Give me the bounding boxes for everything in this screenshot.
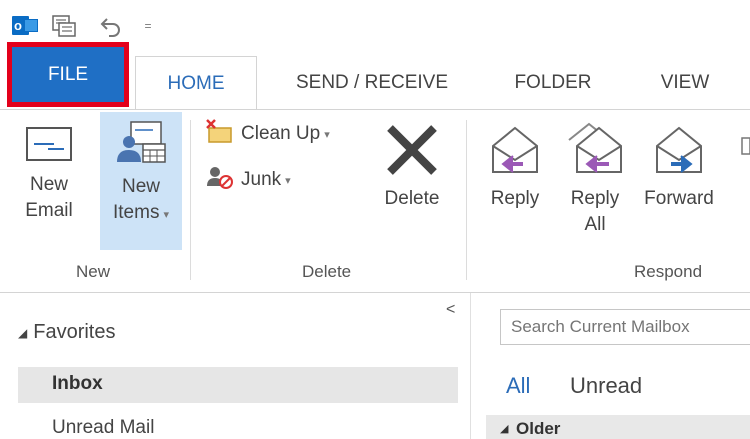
- reply-icon: [487, 122, 543, 186]
- more-actions-icon[interactable]: [740, 136, 750, 156]
- reply-all-button[interactable]: Reply All: [562, 122, 628, 238]
- tab-folder[interactable]: FOLDER: [494, 56, 612, 110]
- envelope-icon: [24, 122, 74, 172]
- favorites-header[interactable]: ◢ Favorites: [18, 321, 115, 344]
- send-receive-all-icon[interactable]: [50, 14, 78, 38]
- filter-all[interactable]: All: [506, 373, 530, 399]
- pane-divider: [470, 293, 471, 439]
- tab-home[interactable]: HOME: [135, 56, 257, 110]
- new-items-button[interactable]: New Items ▾: [100, 112, 182, 250]
- tab-view[interactable]: VIEW: [640, 56, 730, 110]
- inbox-label: Inbox: [52, 373, 103, 394]
- collapse-triangle-icon: ◢: [500, 423, 509, 435]
- folder-pane: < ◢ Favorites Inbox Unread Mail: [0, 293, 470, 439]
- folder-item-inbox[interactable]: Inbox: [18, 367, 458, 403]
- tab-view-label: VIEW: [660, 72, 710, 93]
- group-label-delete: Delete: [302, 262, 352, 281]
- group-label-respond: Respond: [634, 262, 703, 281]
- forward-label: Forward: [644, 188, 714, 209]
- delete-x-icon: [384, 122, 440, 186]
- outlook-icon: o: [12, 14, 38, 38]
- ribbon-home: New Email New Items ▾ Clean Up ▾ Junk ▾ …: [0, 110, 750, 295]
- chevron-down-icon: ▾: [285, 174, 291, 187]
- folder-item-unread-mail[interactable]: Unread Mail: [52, 417, 154, 439]
- delete-label: Delete: [384, 188, 440, 209]
- forward-icon: [651, 122, 707, 186]
- new-items-label-1: New: [121, 176, 160, 197]
- clean-up-label: Clean Up: [241, 123, 321, 144]
- mail-list: All Unread ◢ Older: [486, 293, 750, 439]
- new-email-label-2: Email: [25, 200, 73, 221]
- junk-button[interactable]: Junk ▾: [205, 166, 291, 194]
- tab-send-receive-label: SEND / RECEIVE: [295, 72, 449, 93]
- customize-toolbar-glyph: =: [144, 19, 152, 33]
- older-label: Older: [516, 419, 561, 438]
- outlook-icon-letter: o: [14, 18, 22, 33]
- tab-home-label: HOME: [167, 72, 225, 94]
- junk-icon: [205, 164, 235, 196]
- reply-all-icon: [565, 122, 625, 186]
- chevron-down-icon: ▾: [163, 209, 169, 221]
- delete-button[interactable]: Delete: [368, 122, 456, 212]
- collapse-pane-icon[interactable]: <: [446, 301, 455, 319]
- collapse-triangle-icon: ◢: [18, 325, 28, 340]
- reply-all-label-2: All: [584, 214, 606, 235]
- group-label-new: New: [76, 262, 111, 281]
- tab-file[interactable]: FILE: [7, 42, 129, 107]
- filter-unread[interactable]: Unread: [570, 373, 642, 399]
- tab-folder-label: FOLDER: [514, 72, 592, 93]
- search-input[interactable]: [500, 309, 750, 345]
- new-email-label-1: New: [29, 174, 68, 195]
- new-items-icon: [113, 120, 169, 174]
- group-separator: [190, 120, 191, 280]
- ribbon-tabs: FILE HOME SEND / RECEIVE FOLDER VIEW: [0, 42, 750, 110]
- forward-button[interactable]: Forward: [644, 122, 714, 212]
- undo-icon[interactable]: [98, 14, 124, 38]
- reply-all-label-1: Reply: [570, 188, 620, 209]
- reply-label: Reply: [490, 188, 540, 209]
- tab-send-receive[interactable]: SEND / RECEIVE: [272, 56, 472, 110]
- group-header-older[interactable]: ◢ Older: [486, 415, 750, 439]
- group-separator: [466, 120, 467, 280]
- favorites-label: Favorites: [33, 321, 116, 343]
- tab-file-label: FILE: [47, 63, 89, 85]
- chevron-down-icon: ▾: [324, 128, 330, 141]
- clean-up-button[interactable]: Clean Up ▾: [205, 118, 330, 150]
- customize-toolbar-icon[interactable]: =: [140, 14, 156, 38]
- new-items-label-2: Items ▾: [113, 202, 169, 223]
- new-email-button[interactable]: New Email: [16, 122, 82, 224]
- reply-button[interactable]: Reply: [478, 122, 552, 212]
- clean-up-icon: [205, 118, 235, 150]
- junk-label: Junk: [241, 169, 282, 190]
